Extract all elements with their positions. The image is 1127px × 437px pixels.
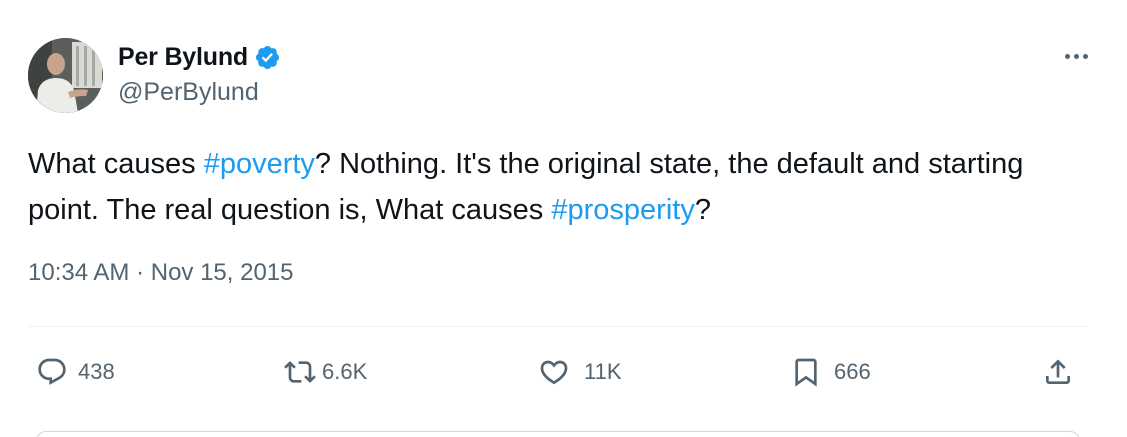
hashtag-link-poverty[interactable]: #poverty <box>204 148 315 180</box>
repost-arrows-icon <box>284 361 316 383</box>
bookmark-button[interactable]: 666 <box>790 350 871 394</box>
bookmark-count: 666 <box>834 359 871 384</box>
share-button[interactable] <box>1042 350 1074 394</box>
display-name-row: Per Bylund <box>118 40 281 74</box>
tweet-card: Per Bylund @PerBylund What causes #pover… <box>0 0 1127 437</box>
heart-icon <box>540 360 568 385</box>
avatar[interactable] <box>28 38 103 113</box>
repost-button[interactable]: 6.6K <box>284 350 367 394</box>
reply-button[interactable]: 438 <box>36 350 115 394</box>
tweet-text-segment: ? <box>694 194 711 226</box>
divider <box>28 326 1088 327</box>
like-count: 11K <box>584 359 622 384</box>
tweet-timestamp[interactable]: 10:34 AM · Nov 15, 2015 <box>28 259 294 287</box>
bookmark-icon <box>795 358 817 387</box>
author-handle[interactable]: @PerBylund <box>118 78 281 107</box>
hashtag-link-prosperity[interactable]: #prosperity <box>551 194 694 226</box>
display-name[interactable]: Per Bylund <box>118 43 248 72</box>
repost-count: 6.6K <box>322 359 368 384</box>
author-names: Per Bylund @PerBylund <box>118 40 281 107</box>
reply-count: 438 <box>78 359 115 384</box>
tweet-header: Per Bylund @PerBylund <box>28 38 1098 114</box>
like-button[interactable]: 11K <box>538 350 622 394</box>
tweet-text-segment: What causes <box>28 148 204 180</box>
verified-badge-icon[interactable] <box>254 44 281 71</box>
tweet-text: What causes #poverty? Nothing. It's the … <box>28 141 1088 233</box>
more-dots-icon[interactable] <box>1058 44 1094 68</box>
share-upload-icon <box>1046 359 1070 384</box>
speech-bubble-icon <box>38 358 66 385</box>
reply-compose-box[interactable] <box>36 431 1080 437</box>
